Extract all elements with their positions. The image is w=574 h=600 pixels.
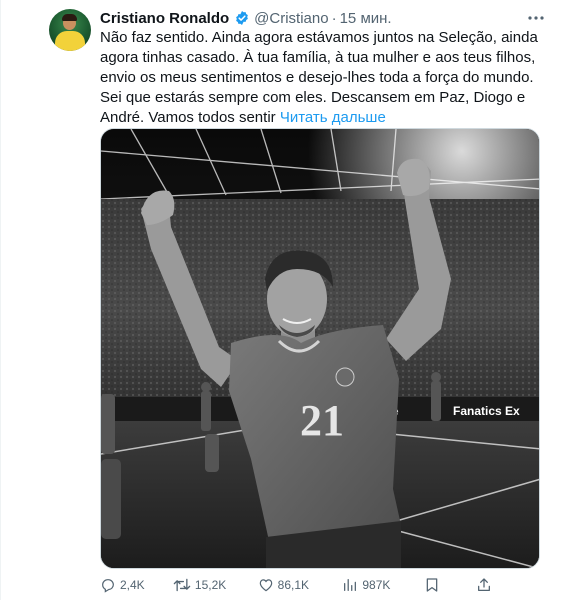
bookmark-icon <box>426 578 438 592</box>
avatar-hair <box>62 14 77 21</box>
reply-icon <box>102 579 114 593</box>
avatar-shirt <box>55 31 85 51</box>
repost-icon <box>173 578 191 592</box>
action-bar: 2,4K 15,2K 86,1K 987K <box>100 575 500 595</box>
tweet-text: Não faz sentido. Ainda agora estávamos j… <box>100 28 550 128</box>
author-name[interactable]: Cristiano Ronaldo <box>100 10 229 27</box>
views-button[interactable]: 987K <box>342 575 425 595</box>
tweet-header: Cristiano Ronaldo @Cristiano · 15 мин. <box>100 8 392 28</box>
more-icon[interactable] <box>526 10 546 26</box>
share-icon <box>478 578 491 591</box>
jersey-number: 21 <box>300 396 344 445</box>
like-button[interactable]: 86,1K <box>258 575 343 595</box>
reply-count: 2,4K <box>120 578 145 592</box>
tweet: Cristiano Ronaldo @Cristiano · 15 мин. N… <box>0 0 574 600</box>
views-count: 987K <box>362 578 391 592</box>
header-separator: · <box>331 9 337 27</box>
share-button[interactable] <box>476 575 500 595</box>
read-more-link[interactable]: Читать дальше <box>280 109 386 126</box>
verified-badge-icon <box>234 10 250 26</box>
author-handle[interactable]: @Cristiano <box>254 10 328 27</box>
views-icon <box>344 579 357 591</box>
tweet-photo[interactable]: Fanatics Ex ce <box>100 128 540 569</box>
repost-count: 15,2K <box>194 578 227 592</box>
ad-board-text: Fanatics Ex <box>453 404 520 418</box>
like-icon <box>259 579 272 592</box>
avatar[interactable] <box>49 9 91 51</box>
post-time[interactable]: 15 мин. <box>340 10 392 27</box>
reply-button[interactable]: 2,4K <box>100 575 173 595</box>
bookmark-button[interactable] <box>425 575 476 595</box>
like-count: 86,1K <box>277 578 309 592</box>
repost-button[interactable]: 15,2K <box>173 575 258 595</box>
